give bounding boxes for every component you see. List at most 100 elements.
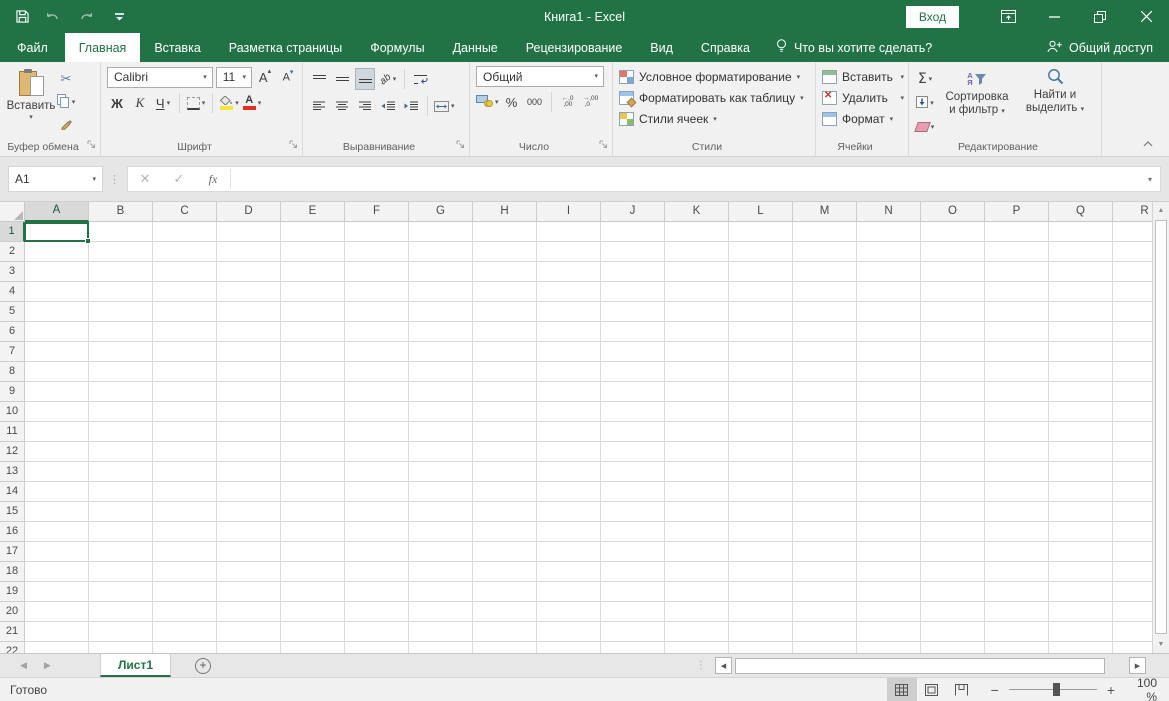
column-header-C[interactable]: C bbox=[153, 202, 217, 222]
cell-J8[interactable] bbox=[601, 362, 665, 382]
cell-D16[interactable] bbox=[217, 522, 281, 542]
column-header-R[interactable]: R bbox=[1113, 202, 1152, 222]
cell-F7[interactable] bbox=[345, 342, 409, 362]
cell-I20[interactable] bbox=[537, 602, 601, 622]
cell-R1[interactable] bbox=[1113, 222, 1152, 242]
row-header-17[interactable]: 17 bbox=[0, 542, 25, 562]
cell-R14[interactable] bbox=[1113, 482, 1152, 502]
cell-M12[interactable] bbox=[793, 442, 857, 462]
cell-P1[interactable] bbox=[985, 222, 1049, 242]
cell-J14[interactable] bbox=[601, 482, 665, 502]
cell-M5[interactable] bbox=[793, 302, 857, 322]
decrease-indent-button[interactable] bbox=[378, 95, 398, 117]
cell-Q12[interactable] bbox=[1049, 442, 1113, 462]
cell-E7[interactable] bbox=[281, 342, 345, 362]
cell-M6[interactable] bbox=[793, 322, 857, 342]
column-header-K[interactable]: K bbox=[665, 202, 729, 222]
cell-O10[interactable] bbox=[921, 402, 985, 422]
cell-F22[interactable] bbox=[345, 642, 409, 653]
cell-E16[interactable] bbox=[281, 522, 345, 542]
cell-H18[interactable] bbox=[473, 562, 537, 582]
cell-J11[interactable] bbox=[601, 422, 665, 442]
cell-K2[interactable] bbox=[665, 242, 729, 262]
cell-B9[interactable] bbox=[89, 382, 153, 402]
cell-Q19[interactable] bbox=[1049, 582, 1113, 602]
cell-D15[interactable] bbox=[217, 502, 281, 522]
cell-N3[interactable] bbox=[857, 262, 921, 282]
cell-L11[interactable] bbox=[729, 422, 793, 442]
cell-Q10[interactable] bbox=[1049, 402, 1113, 422]
cell-H7[interactable] bbox=[473, 342, 537, 362]
cell-N1[interactable] bbox=[857, 222, 921, 242]
cell-O4[interactable] bbox=[921, 282, 985, 302]
cell-H15[interactable] bbox=[473, 502, 537, 522]
cell-F8[interactable] bbox=[345, 362, 409, 382]
cell-D1[interactable] bbox=[217, 222, 281, 242]
cell-L7[interactable] bbox=[729, 342, 793, 362]
copy-button[interactable]: ▾ bbox=[56, 91, 76, 113]
cell-M20[interactable] bbox=[793, 602, 857, 622]
cell-I22[interactable] bbox=[537, 642, 601, 653]
row-header-7[interactable]: 7 bbox=[0, 342, 25, 362]
align-middle-button[interactable] bbox=[332, 68, 352, 90]
cell-R13[interactable] bbox=[1113, 462, 1152, 482]
row-header-18[interactable]: 18 bbox=[0, 562, 25, 582]
accounting-format-button[interactable]: ▾ bbox=[476, 91, 499, 113]
sheet-tab[interactable]: Лист1 bbox=[100, 654, 171, 677]
cell-J18[interactable] bbox=[601, 562, 665, 582]
cell-R11[interactable] bbox=[1113, 422, 1152, 442]
cell-E15[interactable] bbox=[281, 502, 345, 522]
cell-R18[interactable] bbox=[1113, 562, 1152, 582]
cell-O3[interactable] bbox=[921, 262, 985, 282]
cell-D20[interactable] bbox=[217, 602, 281, 622]
group-clipboard-dialog-launcher[interactable] bbox=[87, 138, 96, 152]
cell-A18[interactable] bbox=[25, 562, 89, 582]
cell-R9[interactable] bbox=[1113, 382, 1152, 402]
cell-I16[interactable] bbox=[537, 522, 601, 542]
merge-center-button[interactable]: ▾ bbox=[434, 95, 455, 117]
cell-R21[interactable] bbox=[1113, 622, 1152, 642]
cell-H21[interactable] bbox=[473, 622, 537, 642]
cell-I10[interactable] bbox=[537, 402, 601, 422]
cell-A6[interactable] bbox=[25, 322, 89, 342]
cell-N15[interactable] bbox=[857, 502, 921, 522]
cell-I13[interactable] bbox=[537, 462, 601, 482]
row-header-22[interactable]: 22 bbox=[0, 642, 25, 653]
redo-dropdown-icon[interactable]: ▾ bbox=[97, 13, 101, 20]
cell-F21[interactable] bbox=[345, 622, 409, 642]
cell-K15[interactable] bbox=[665, 502, 729, 522]
copy-dropdown-icon[interactable]: ▾ bbox=[72, 99, 76, 106]
cell-D4[interactable] bbox=[217, 282, 281, 302]
row-header-8[interactable]: 8 bbox=[0, 362, 25, 382]
cell-H3[interactable] bbox=[473, 262, 537, 282]
cell-D18[interactable] bbox=[217, 562, 281, 582]
italic-button[interactable]: К bbox=[130, 92, 150, 114]
cell-L6[interactable] bbox=[729, 322, 793, 342]
cell-N10[interactable] bbox=[857, 402, 921, 422]
cell-O12[interactable] bbox=[921, 442, 985, 462]
cell-K20[interactable] bbox=[665, 602, 729, 622]
cell-E20[interactable] bbox=[281, 602, 345, 622]
cell-E11[interactable] bbox=[281, 422, 345, 442]
column-header-H[interactable]: H bbox=[473, 202, 537, 222]
cell-A11[interactable] bbox=[25, 422, 89, 442]
cell-Q7[interactable] bbox=[1049, 342, 1113, 362]
cell-N4[interactable] bbox=[857, 282, 921, 302]
find-select-button[interactable]: Найти и выделить ▾ bbox=[1019, 66, 1091, 138]
cell-C16[interactable] bbox=[153, 522, 217, 542]
cell-I21[interactable] bbox=[537, 622, 601, 642]
column-header-A[interactable]: A bbox=[25, 202, 89, 222]
cell-O2[interactable] bbox=[921, 242, 985, 262]
cell-R10[interactable] bbox=[1113, 402, 1152, 422]
save-icon[interactable] bbox=[16, 10, 29, 23]
collapse-ribbon-button[interactable] bbox=[1143, 136, 1153, 150]
cell-C22[interactable] bbox=[153, 642, 217, 653]
cell-P4[interactable] bbox=[985, 282, 1049, 302]
cell-L13[interactable] bbox=[729, 462, 793, 482]
row-header-2[interactable]: 2 bbox=[0, 242, 25, 262]
cell-C19[interactable] bbox=[153, 582, 217, 602]
column-header-L[interactable]: L bbox=[729, 202, 793, 222]
zoom-in-button[interactable]: + bbox=[1107, 682, 1115, 698]
cell-M22[interactable] bbox=[793, 642, 857, 653]
cell-Q5[interactable] bbox=[1049, 302, 1113, 322]
